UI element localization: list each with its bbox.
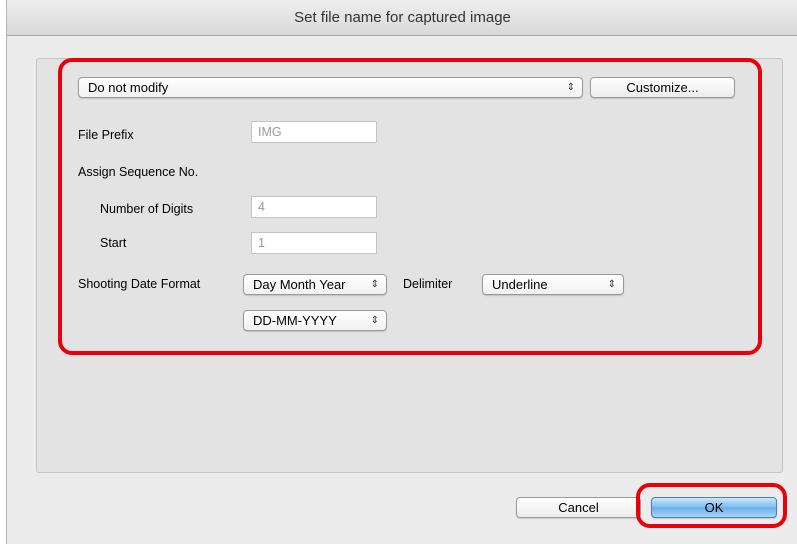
title-bar[interactable]: Set file name for captured image [7, 0, 797, 36]
settings-highlight-frame [58, 58, 762, 355]
dialog-title: Set file name for captured image [294, 9, 511, 26]
ok-highlight-frame [636, 483, 787, 528]
cancel-button[interactable]: Cancel [516, 497, 641, 518]
